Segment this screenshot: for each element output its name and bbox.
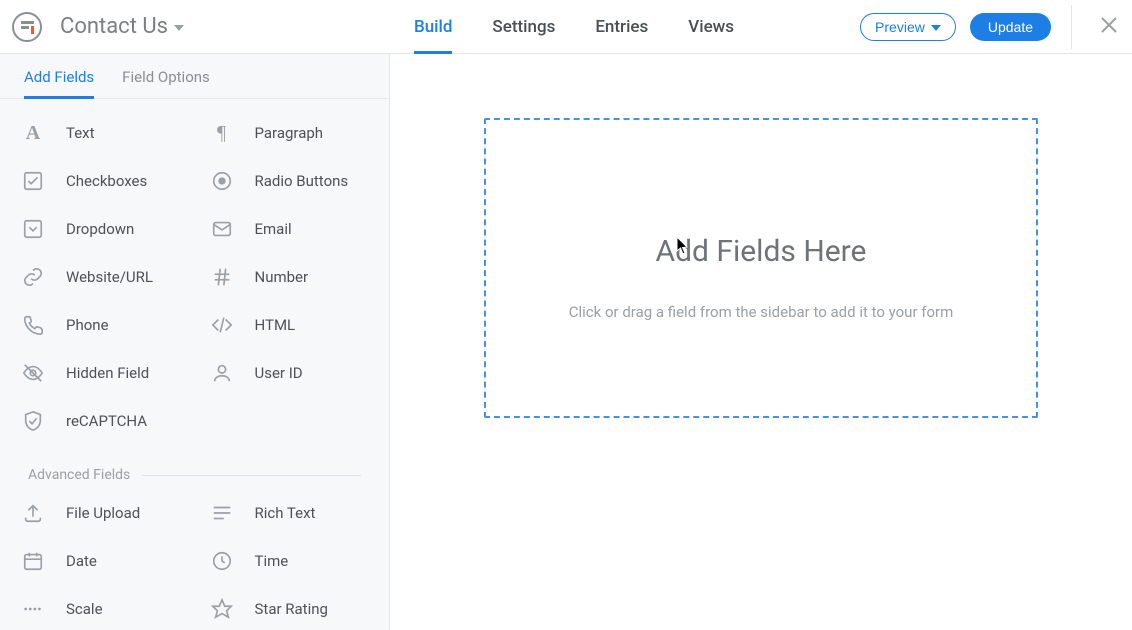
dropzone-hint: Click or drag a field from the sidebar t… [569,303,954,321]
field-checkboxes[interactable]: Checkboxes [6,157,195,205]
close-button[interactable] [1100,16,1118,37]
sidebar-tab-field-options[interactable]: Field Options [122,68,210,98]
clock-icon [209,548,235,574]
field-label: Time [255,552,289,570]
field-text[interactable]: A Text [6,109,195,157]
hash-icon [209,264,235,290]
preview-button[interactable]: Preview [860,13,956,41]
field-label: Number [255,268,309,286]
field-label: Radio Buttons [255,172,349,190]
field-label: User ID [255,364,303,382]
field-label: File Upload [66,504,140,522]
field-label: reCAPTCHA [66,412,147,430]
field-url[interactable]: Website/URL [6,253,195,301]
caret-down-icon [174,25,184,31]
caret-down-icon [931,25,941,31]
user-icon [209,360,235,386]
field-recaptcha[interactable]: reCAPTCHA [6,397,383,445]
phone-icon [20,312,46,338]
field-label: Date [66,552,97,570]
divider [1071,5,1072,49]
field-paragraph[interactable]: ¶ Paragraph [195,109,384,157]
sidebar-tabs: Add Fields Field Options [0,54,389,99]
close-icon [1100,16,1118,34]
field-label: Scale [66,600,103,618]
top-bar: Contact Us Build Settings Entries Views … [0,0,1132,54]
calendar-icon [20,548,46,574]
field-label: Website/URL [66,268,153,286]
sidebar: Add Fields Field Options A Text ¶ Paragr… [0,54,390,630]
tab-views[interactable]: Views [688,0,734,53]
radio-icon [209,168,235,194]
field-label: Star Rating [255,600,328,618]
field-file-upload[interactable]: File Upload [6,489,195,537]
sidebar-tab-add-fields[interactable]: Add Fields [24,68,94,98]
field-rich-text[interactable]: Rich Text [195,489,384,537]
field-label: HTML [255,316,296,334]
checkbox-icon [20,168,46,194]
form-title-text: Contact Us [60,14,168,39]
main-tabs: Build Settings Entries Views [414,0,734,53]
shield-icon [20,408,46,434]
field-label: Paragraph [255,124,324,142]
field-time[interactable]: Time [195,537,384,585]
field-email[interactable]: Email [195,205,384,253]
email-icon [209,216,235,242]
field-number[interactable]: Number [195,253,384,301]
paragraph-icon: ¶ [209,120,235,146]
tab-build[interactable]: Build [414,0,452,53]
field-label: Hidden Field [66,364,149,382]
field-phone[interactable]: Phone [6,301,195,349]
tab-entries[interactable]: Entries [595,0,648,53]
field-label: Dropdown [66,220,134,238]
update-button[interactable]: Update [970,13,1051,41]
advanced-fields-header: Advanced Fields [6,451,383,489]
field-userid[interactable]: User ID [195,349,384,397]
field-label: Checkboxes [66,172,147,190]
field-label: Rich Text [255,504,316,522]
field-grid: A Text ¶ Paragraph Checkboxes Radio Butt… [0,99,389,630]
text-icon: A [20,120,46,146]
field-dropdown[interactable]: Dropdown [6,205,195,253]
preview-label: Preview [875,19,925,35]
richtext-icon [209,500,235,526]
link-icon [20,264,46,290]
form-title-dropdown[interactable]: Contact Us [60,14,184,39]
app-logo-icon [12,12,42,42]
code-icon [209,312,235,338]
field-label: Email [255,220,292,238]
form-canvas: Add Fields Here Click or drag a field fr… [390,54,1132,630]
scale-icon [20,596,46,622]
field-hidden[interactable]: Hidden Field [6,349,195,397]
field-date[interactable]: Date [6,537,195,585]
field-label: Text [66,124,95,142]
dropzone-title: Add Fields Here [656,234,867,269]
field-label: Phone [66,316,109,334]
eye-off-icon [20,360,46,386]
field-radio[interactable]: Radio Buttons [195,157,384,205]
field-scale[interactable]: Scale [6,585,195,630]
upload-icon [20,500,46,526]
dropzone[interactable]: Add Fields Here Click or drag a field fr… [484,118,1038,418]
field-star-rating[interactable]: Star Rating [195,585,384,630]
field-html[interactable]: HTML [195,301,384,349]
tab-settings[interactable]: Settings [492,0,555,53]
star-icon [209,596,235,622]
dropdown-icon [20,216,46,242]
